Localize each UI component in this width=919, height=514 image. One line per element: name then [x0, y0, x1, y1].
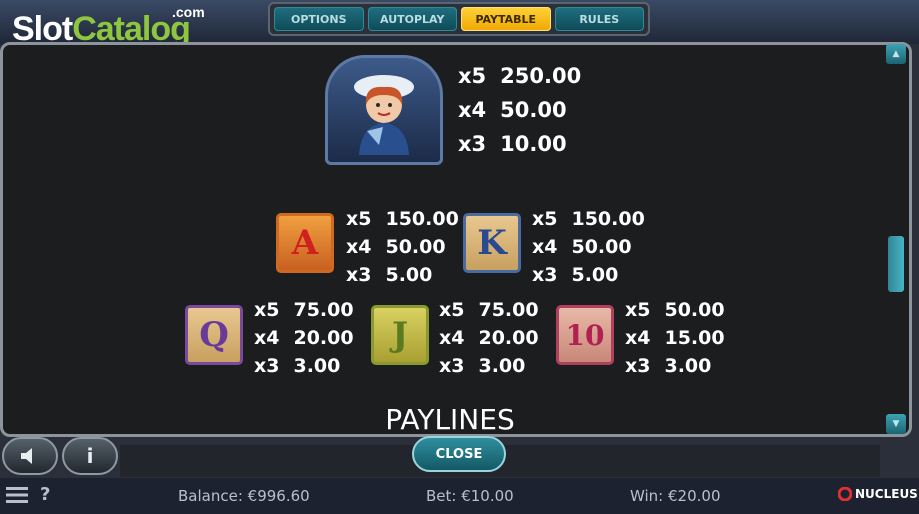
tab-autoplay[interactable]: AUTOPLAY: [367, 7, 457, 31]
elf-girl-icon: [354, 75, 414, 155]
menu-tabs: OPTIONS AUTOPLAY PAYTABLE RULES: [268, 2, 650, 36]
info-icon: i: [86, 444, 94, 468]
info-button[interactable]: i: [62, 437, 118, 475]
k-pays: x5 150.00 x4 50.00 x3 5.00: [532, 208, 645, 286]
q-symbol: Q: [185, 305, 243, 365]
a-symbol: A: [276, 213, 334, 273]
j-symbol: J: [371, 305, 429, 365]
k-symbol: K: [463, 213, 521, 273]
help-icon[interactable]: ?: [40, 484, 50, 505]
close-button[interactable]: CLOSE: [412, 436, 506, 472]
q-pays: x5 75.00 x4 20.00 x3 3.00: [254, 299, 354, 377]
hero-pays: x5 250.00 x4 50.00 x3 10.00: [458, 64, 582, 156]
j-pays: x5 75.00 x4 20.00 x3 3.00: [439, 299, 539, 377]
balance-display: Balance: €996.60: [178, 487, 310, 505]
nucleus-brand-text: NUCLEUS: [855, 487, 918, 501]
paytable-panel: x5 250.00 x4 50.00 x3 10.00 A x5 150.00 x4 50…: [0, 42, 912, 437]
ten-pays: x5 50.00 x4 15.00 x3 3.00: [625, 299, 725, 377]
ten-symbol: 10: [556, 305, 614, 365]
a-pays: x5 150.00 x4 50.00 x3 5.00: [346, 208, 459, 286]
logo-com-text: .com: [172, 4, 205, 20]
hero-symbol: [325, 55, 443, 165]
bet-display: Bet: €10.00: [426, 487, 514, 505]
sound-button[interactable]: [2, 437, 58, 475]
scrollbar[interactable]: ▲ ▼: [886, 44, 908, 434]
footer-bar: ? Balance: €996.60 Bet: €10.00 Win: €20.…: [0, 478, 919, 514]
tab-rules[interactable]: RULES: [554, 7, 644, 31]
scroll-thumb[interactable]: [888, 236, 904, 292]
tab-paytable[interactable]: PAYTABLE: [461, 7, 551, 31]
win-display: Win: €20.00: [630, 487, 721, 505]
scroll-down-icon[interactable]: ▼: [886, 414, 906, 434]
nucleus-logo-icon: [838, 487, 852, 501]
tab-options[interactable]: OPTIONS: [274, 7, 364, 31]
menu-icon[interactable]: [6, 486, 28, 508]
speaker-icon: [21, 448, 32, 464]
nucleus-logo: NUCLEUS: [838, 487, 918, 501]
scroll-up-icon[interactable]: ▲: [886, 44, 906, 64]
hamburger-icon: [6, 487, 28, 503]
paylines-heading: PAYLINES: [385, 403, 515, 436]
